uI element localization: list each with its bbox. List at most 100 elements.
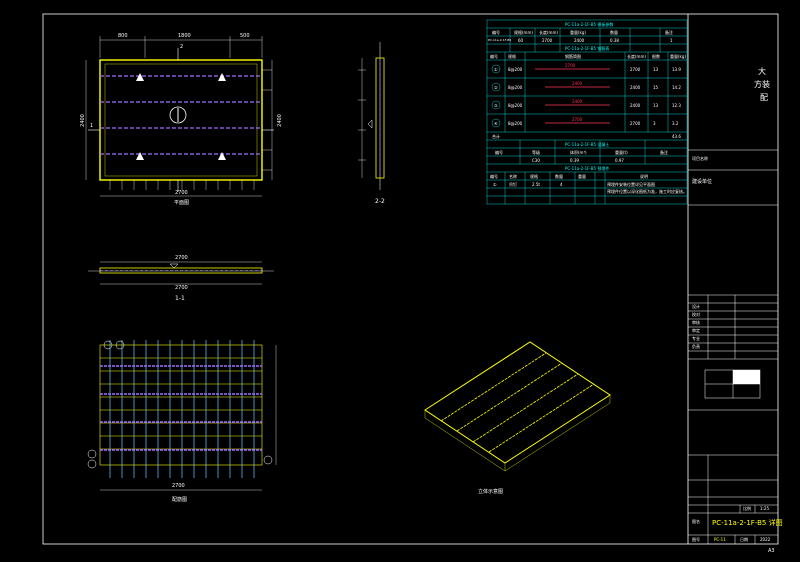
subproject-label: 建设单位 — [692, 179, 713, 185]
t3-r-1: 0.39 — [570, 158, 579, 163]
tb-row-0: 设计 — [692, 304, 700, 309]
outer-frame — [42, 13, 779, 545]
t2-r3-shape: 2700 — [572, 117, 583, 122]
company-line-3: 配 — [760, 93, 768, 102]
company-line-1: 大 — [758, 67, 766, 76]
t4-r-0: ① — [493, 182, 497, 187]
dim-side-left: 2400 — [79, 114, 86, 127]
t2-hdr-2: 钢筋简图 — [565, 54, 581, 59]
isometric-view — [424, 341, 611, 472]
t2-r2-len: 2400 — [630, 103, 641, 108]
section-2-2 — [358, 42, 385, 190]
t1-hdr-2: 长度(mm) — [539, 30, 558, 35]
t2-r1-len: 2400 — [630, 85, 641, 90]
title-block-grid — [688, 149, 778, 544]
isometric-title: 立体示意图 — [478, 489, 504, 495]
dim-top-mid: 1800 — [178, 33, 191, 39]
key-plan — [704, 369, 761, 399]
t2-r1-n: 15 — [653, 85, 659, 90]
drawing-no: PC-11 — [714, 537, 726, 542]
t3-hdr-3: 重量(t) — [615, 150, 628, 155]
t2-r3-spec: 8@200 — [508, 121, 523, 126]
t1-hdr-3: 重量(kg) — [570, 30, 586, 35]
section-mark-2-top: 2 — [180, 44, 184, 50]
t1-r-0: PC-11a-2-1F-B5 — [488, 38, 512, 42]
scale-value: 1:25 — [760, 506, 769, 511]
t4-hdr-1: 名称 — [509, 174, 517, 179]
t3-hdr-2: 体积(m³) — [570, 150, 587, 155]
dim-rebar-bottom: 2700 — [172, 483, 185, 489]
t1-r-5: 1 — [670, 38, 673, 43]
t2-r2-w: 12.3 — [672, 103, 681, 108]
t2-r3-id: ④ — [494, 121, 498, 126]
t2-r3-len: 2700 — [630, 121, 641, 126]
date-value: 2022 — [760, 537, 771, 542]
t2-total-label: 合计 — [492, 134, 500, 139]
t2-r1-w: 14.2 — [672, 85, 681, 90]
table4-title: PC-11a-2-1F-B5 预埋件 — [565, 166, 610, 171]
t4-hdr-3: 数量 — [555, 174, 563, 179]
t4-note: 预埋件位置以深化图纸为准，施工时应复核。 — [607, 189, 687, 194]
t1-r-2: 2700 — [542, 38, 553, 43]
t3-r-2: 0.97 — [615, 158, 624, 163]
dim-s11-bottom: 2700 — [175, 285, 188, 291]
rebar-plan — [87, 340, 277, 491]
dim-top-left: 800 — [118, 33, 128, 39]
dim-s11-top: 2700 — [175, 255, 188, 261]
tb-row-5: 负责 — [692, 344, 700, 349]
t4-r-5: 预埋件安装位置详见平面图 — [607, 182, 655, 187]
plan-slab-outline — [99, 59, 263, 181]
t2-r1-spec: 8@200 — [508, 85, 523, 90]
drawing-no-label: 图号 — [692, 537, 700, 542]
tb-row-2: 审核 — [692, 320, 700, 325]
t4-r-1: 吊钉 — [509, 182, 517, 187]
tb-row-1: 校对 — [692, 312, 700, 317]
t2-r2-id: ③ — [494, 103, 498, 108]
t2-hdr-4: 根数 — [652, 54, 660, 59]
t2-total-value: 43.6 — [672, 134, 681, 139]
t1-hdr-1: 规格(mm) — [514, 30, 533, 35]
t2-r0-id: ① — [494, 67, 498, 72]
lifting-point-marker — [218, 73, 226, 81]
t3-hdr-0: 编号 — [495, 150, 503, 155]
t4-hdr-0: 编号 — [490, 174, 498, 179]
t4-hdr-4: 重量 — [578, 174, 586, 179]
t2-hdr-5: 重量(kg) — [670, 54, 686, 59]
t3-r-0: C30 — [532, 158, 540, 163]
lifting-point-marker — [136, 73, 144, 81]
tb-row-3: 审定 — [692, 328, 700, 333]
t2-r0-len: 2700 — [630, 67, 641, 72]
lifting-point-marker — [218, 152, 226, 160]
dim-side-right: 2400 — [276, 114, 283, 127]
t1-hdr-0: 编号 — [492, 30, 500, 35]
t2-r2-shape: 2400 — [572, 99, 583, 104]
drawing-title: PC-11a-2-1F-B5 详图 — [712, 519, 783, 527]
t1-r-3: 2400 — [574, 38, 585, 43]
company-line-2: 方装 — [754, 80, 770, 89]
t4-r-3: 4 — [560, 182, 563, 187]
table2-title: PC-11a-2-1F-B5 钢筋表 — [565, 46, 610, 51]
t2-r0-shape: 2700 — [565, 63, 576, 68]
t2-r0-spec: 8@200 — [508, 67, 523, 72]
t2-r3-n: 3 — [653, 121, 656, 126]
key-plan-highlight — [733, 370, 760, 384]
t2-r2-n: 13 — [653, 103, 659, 108]
tb-row-4: 专业 — [692, 336, 700, 341]
t4-r-2: 2.5t — [532, 182, 540, 187]
t1-hdr-4: 数量 — [610, 30, 618, 35]
t2-r0-n: 13 — [653, 67, 659, 72]
sheet-title-label: 图名 — [692, 519, 700, 524]
t1-hdr-5: 备注 — [665, 30, 673, 35]
t2-hdr-0: 编号 — [490, 54, 498, 59]
table3-title: PC-11a-2-1F-B5 混凝土 — [565, 142, 610, 147]
scale-label: 比例 — [743, 506, 751, 511]
section-mark-1-left: 1 — [90, 123, 94, 129]
t4-hdr-2: 规格 — [530, 174, 538, 179]
t3-hdr-1: 等级 — [532, 150, 540, 155]
t2-hdr-3: 长度(mm) — [627, 54, 646, 59]
plan-view — [85, 36, 274, 197]
t2-r1-id: ② — [494, 85, 498, 90]
section-1-1-title: 1-1 — [175, 295, 185, 302]
t1-r-4: 0.38 — [610, 38, 619, 43]
rebar-plan-title: 配筋图 — [172, 497, 188, 503]
